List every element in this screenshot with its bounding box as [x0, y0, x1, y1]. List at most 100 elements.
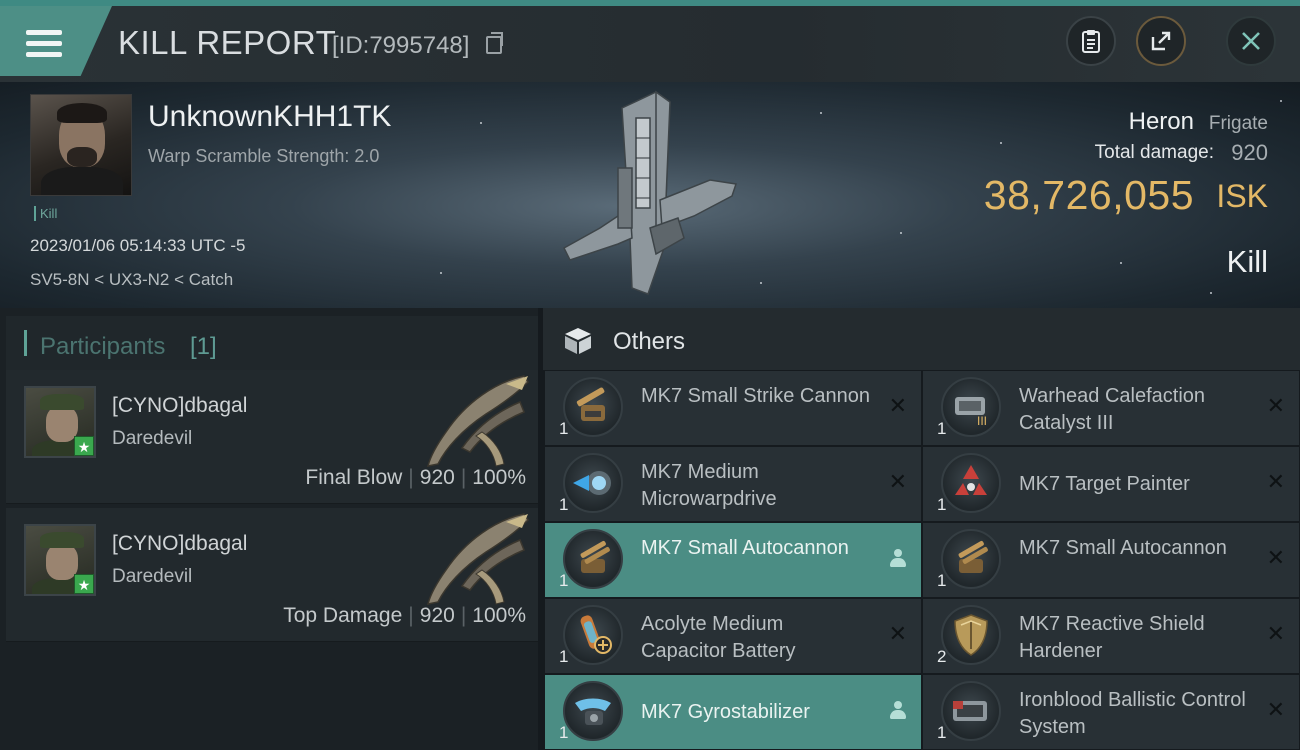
warp-scramble-strength: Warp Scramble Strength: 2.0: [148, 146, 380, 166]
others-header: Others: [543, 308, 1300, 370]
rig-icon: III: [941, 377, 1001, 437]
item-quantity: 1: [937, 495, 947, 514]
page-title: KILL REPORT: [118, 24, 337, 61]
pilot-damage: 920: [419, 466, 455, 489]
total-damage-label: Total damage:: [1094, 142, 1214, 163]
pilot-ship-image[interactable]: [416, 510, 532, 606]
pilot-role: Top Damage: [283, 604, 403, 627]
autocannon-icon: [563, 529, 623, 589]
kill-location[interactable]: SV5-8N < UX3-N2 < Catch: [30, 270, 233, 290]
item-name: MK7 Small Autocannon: [1019, 537, 1227, 559]
accent-line: [0, 0, 1300, 6]
capacitor-battery-icon: [563, 605, 623, 665]
destroyed-icon: ✕: [888, 469, 907, 494]
participants-header: Participants [1]: [6, 316, 538, 372]
destroyed-icon: ✕: [1266, 697, 1285, 722]
pilot-ship-image[interactable]: [416, 372, 532, 468]
participant-row[interactable]: ★ [CYNO]dbagal Daredevil Top Damage | 920 |…: [6, 508, 538, 642]
pilot-damage: 920: [419, 604, 455, 627]
item-row[interactable]: 1 MK7 Small Strike Cannon ✕: [545, 371, 921, 445]
destroyed-icon: ✕: [1266, 393, 1285, 418]
participants-count: [1]: [190, 333, 217, 360]
item-row[interactable]: 1 MK7 Target Painter ✕: [923, 447, 1299, 521]
participant-row[interactable]: ★ [CYNO]dbagal Daredevil Final Blow | 920 |…: [6, 370, 538, 504]
star-icon: ★: [74, 574, 94, 594]
clipboard-icon: [1082, 30, 1100, 53]
item-name: MK7 Reactive Shield Hardener: [1019, 613, 1205, 662]
destroyed-icon: ✕: [1266, 469, 1285, 494]
victim-summary: UnknownKHH1TK Warp Scramble Strength: 2.…: [0, 82, 1300, 308]
item-quantity: 1: [559, 495, 569, 514]
item-quantity: 1: [559, 723, 569, 742]
ballistic-control-icon: [941, 681, 1001, 741]
microwarpdrive-icon: [563, 453, 623, 513]
item-name: Acolyte Medium Capacitor Battery: [641, 613, 796, 662]
share-icon: [1151, 31, 1171, 51]
person-icon: [889, 701, 907, 721]
pilot-stats: Top Damage | 920 | 100%: [283, 604, 526, 627]
shield-hardener-icon: [941, 605, 1001, 665]
pilot-stats: Final Blow | 920 | 100%: [305, 466, 526, 489]
cube-icon: [565, 328, 591, 354]
destroyed-icon: ✕: [1266, 621, 1285, 646]
item-quantity: 1: [559, 647, 569, 666]
item-name: Warhead Calefaction Catalyst III: [1019, 385, 1206, 434]
kill-datetime: 2023/01/06 05:14:33 UTC -5: [30, 236, 246, 255]
item-name: MK7 Small Strike Cannon: [641, 385, 870, 407]
item-row[interactable]: 2 MK7 Reactive Shield Hardener ✕: [923, 599, 1299, 673]
kill-id: [ID:7995748]: [332, 32, 470, 59]
item-row[interactable]: 1 Acolyte Medium Capacitor Battery ✕: [545, 599, 921, 673]
total-damage-value: 920: [1231, 140, 1268, 165]
item-name: MK7 Target Painter: [1019, 473, 1190, 495]
item-name: MK7 Gyrostabilizer: [641, 701, 810, 723]
victim-ship-name[interactable]: Heron: [1129, 108, 1194, 136]
close-button[interactable]: [1226, 16, 1276, 66]
menu-icon[interactable]: [26, 30, 62, 58]
kill-type: Kill: [1226, 244, 1268, 279]
item-quantity: 1: [937, 419, 947, 438]
others-title: Others: [613, 328, 686, 355]
pilot-name[interactable]: [CYNO]dbagal: [112, 394, 247, 418]
victim-name[interactable]: UnknownKHH1TK: [148, 100, 391, 134]
copy-icon[interactable]: [486, 32, 503, 54]
pilot-damage-percent: 100%: [472, 466, 526, 489]
item-row[interactable]: III 1 Warhead Calefaction Catalyst III ✕: [923, 371, 1299, 445]
target-painter-icon: [941, 453, 1001, 513]
item-quantity: 1: [937, 571, 947, 590]
item-row[interactable]: 1 Ironblood Ballistic Control System ✕: [923, 675, 1299, 749]
gyrostabilizer-icon: [563, 681, 623, 741]
item-row[interactable]: 1 MK7 Gyrostabilizer: [545, 675, 921, 749]
victim-ship-class: Frigate: [1208, 113, 1268, 134]
autocannon-icon: [941, 529, 1001, 589]
clipboard-button[interactable]: [1066, 16, 1116, 66]
item-row[interactable]: 1 MK7 Medium Microwarpdrive ✕: [545, 447, 921, 521]
isk-unit: ISK: [1216, 178, 1268, 214]
item-quantity: 1: [559, 419, 569, 438]
pilot-damage-percent: 100%: [472, 604, 526, 627]
item-row[interactable]: 1 MK7 Small Autocannon: [545, 523, 921, 597]
star-icon: ★: [74, 436, 94, 456]
pilot-name[interactable]: [CYNO]dbagal: [112, 532, 247, 556]
item-quantity: 1: [937, 723, 947, 742]
destroyed-icon: ✕: [888, 393, 907, 418]
participants-title: Participants: [40, 333, 166, 360]
pilot-role: Final Blow: [305, 466, 403, 489]
victim-ship-image[interactable]: [560, 88, 750, 304]
svg-text:III: III: [977, 414, 987, 428]
item-name: Ironblood Ballistic Control System: [1019, 689, 1246, 738]
victim-portrait[interactable]: [30, 94, 132, 196]
pilot-ship: Daredevil: [112, 428, 193, 449]
isk-value: 38,726,055: [983, 172, 1194, 218]
person-icon: [889, 549, 907, 569]
item-name: MK7 Medium Microwarpdrive: [641, 461, 777, 510]
kill-tag: Kill: [34, 206, 57, 221]
close-icon: [1242, 32, 1260, 50]
menu-button[interactable]: [0, 6, 112, 76]
item-row[interactable]: 1 MK7 Small Autocannon ✕: [923, 523, 1299, 597]
pilot-ship: Daredevil: [112, 566, 193, 587]
title-bar: KILL REPORT [ID:7995748]: [0, 0, 1300, 82]
cannon-icon: [563, 377, 623, 437]
destroyed-icon: ✕: [1266, 545, 1285, 570]
share-button[interactable]: [1136, 16, 1186, 66]
destroyed-icon: ✕: [888, 621, 907, 646]
